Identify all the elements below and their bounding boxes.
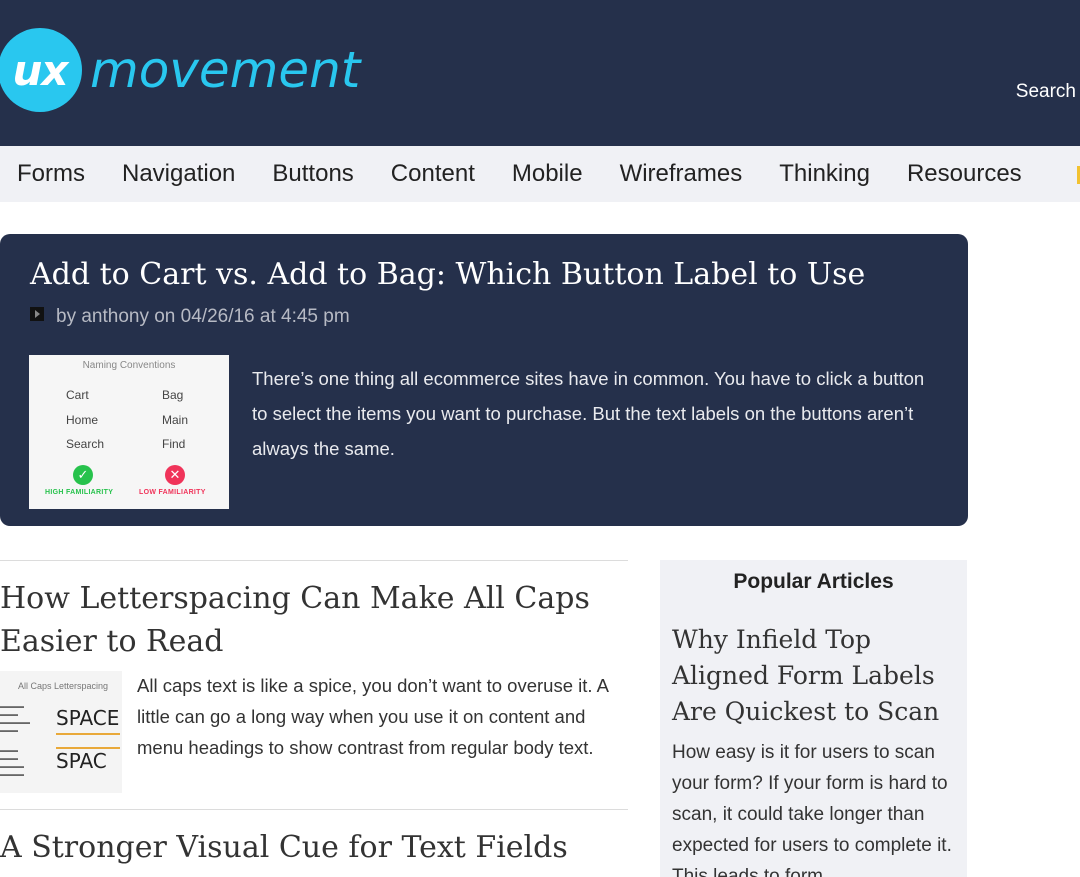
article-title[interactable]: A Stronger Visual Cue for Text Fields bbox=[0, 826, 568, 869]
divider bbox=[0, 560, 628, 561]
thumb-left-term: Home bbox=[66, 413, 99, 427]
thumb-decoration: ▬▬▬▬ ▬▬▬ ▬▬▬▬▬ ▬▬▬ bbox=[0, 704, 30, 734]
divider bbox=[0, 809, 628, 810]
nav-item-navigation[interactable]: Navigation bbox=[122, 160, 235, 188]
popular-articles-heading: Popular Articles bbox=[733, 570, 894, 593]
logo-mark: ux bbox=[0, 28, 82, 112]
article-title-line: How Letterspacing Can Make All Caps bbox=[0, 581, 590, 616]
thumb-underline bbox=[56, 733, 120, 735]
site-logo[interactable]: ux movement bbox=[0, 28, 360, 112]
article-title-line: Easier to Read bbox=[0, 624, 224, 659]
thumbnail-title: All Caps Letterspacing bbox=[18, 681, 109, 691]
thumb-right-term: Main bbox=[162, 413, 189, 427]
thumb-left-term: Search bbox=[66, 437, 105, 451]
nav-item-content[interactable]: Content bbox=[391, 160, 475, 188]
nav-item-mobile[interactable]: Mobile bbox=[512, 160, 583, 188]
article-title[interactable]: How Letterspacing Can Make All Caps Easi… bbox=[0, 577, 590, 663]
article-thumbnail[interactable]: All Caps Letterspacing ▬▬▬▬ ▬▬▬ ▬▬▬▬▬ ▬▬▬ S… bbox=[0, 671, 122, 793]
thumb-decoration: ▬▬▬ ▬▬▬ ▬▬▬▬ ▬▬▬▬ bbox=[0, 748, 24, 778]
featured-article-title[interactable]: Add to Cart vs. Add to Bag: Which Button… bbox=[30, 257, 865, 292]
nav-item-resources[interactable]: Resources bbox=[907, 160, 1022, 188]
play-icon bbox=[30, 307, 44, 321]
thumbnail-title: Naming Conventions bbox=[82, 360, 176, 371]
check-icon: ✓ bbox=[73, 465, 93, 485]
featured-thumbnail[interactable]: Naming Conventions Cart Home Search Bag … bbox=[29, 355, 229, 509]
nav-item-wireframes[interactable]: Wireframes bbox=[620, 160, 743, 188]
search-link[interactable]: Search bbox=[1016, 81, 1076, 103]
low-familiarity-label: LOW FAMILIARITY bbox=[139, 489, 206, 496]
thumb-word: SPAC bbox=[56, 749, 107, 773]
thumb-right-term: Bag bbox=[162, 388, 184, 402]
site-header: ux movement Search bbox=[0, 0, 1080, 146]
thumb-word: SPACE bbox=[56, 706, 120, 730]
nav-item-buttons[interactable]: Buttons bbox=[272, 160, 353, 188]
thumb-right-term: Find bbox=[162, 437, 186, 451]
main-nav: Forms Navigation Buttons Content Mobile … bbox=[0, 146, 1080, 202]
logo-wordmark: movement bbox=[90, 41, 361, 99]
nav-item-thinking[interactable]: Thinking bbox=[779, 160, 870, 188]
featured-excerpt: There’s one thing all ecommerce sites ha… bbox=[252, 368, 925, 459]
thumb-left-term: Cart bbox=[66, 388, 89, 402]
nav-item-forms[interactable]: Forms bbox=[17, 160, 85, 188]
close-icon: ✕ bbox=[165, 465, 185, 485]
high-familiarity-label: HIGH FAMILIARITY bbox=[45, 489, 114, 496]
featured-byline: by anthony on 04/26/16 at 4:45 pm bbox=[30, 306, 350, 328]
popular-article-excerpt: How easy is it for users to scan your fo… bbox=[672, 742, 952, 877]
popular-article-title[interactable]: Why Infield Top Aligned Form Labels Are … bbox=[672, 622, 962, 730]
byline-text: by anthony on 04/26/16 at 4:45 pm bbox=[56, 306, 350, 327]
article-excerpt: All caps text is like a spice, you don’t… bbox=[137, 675, 608, 758]
